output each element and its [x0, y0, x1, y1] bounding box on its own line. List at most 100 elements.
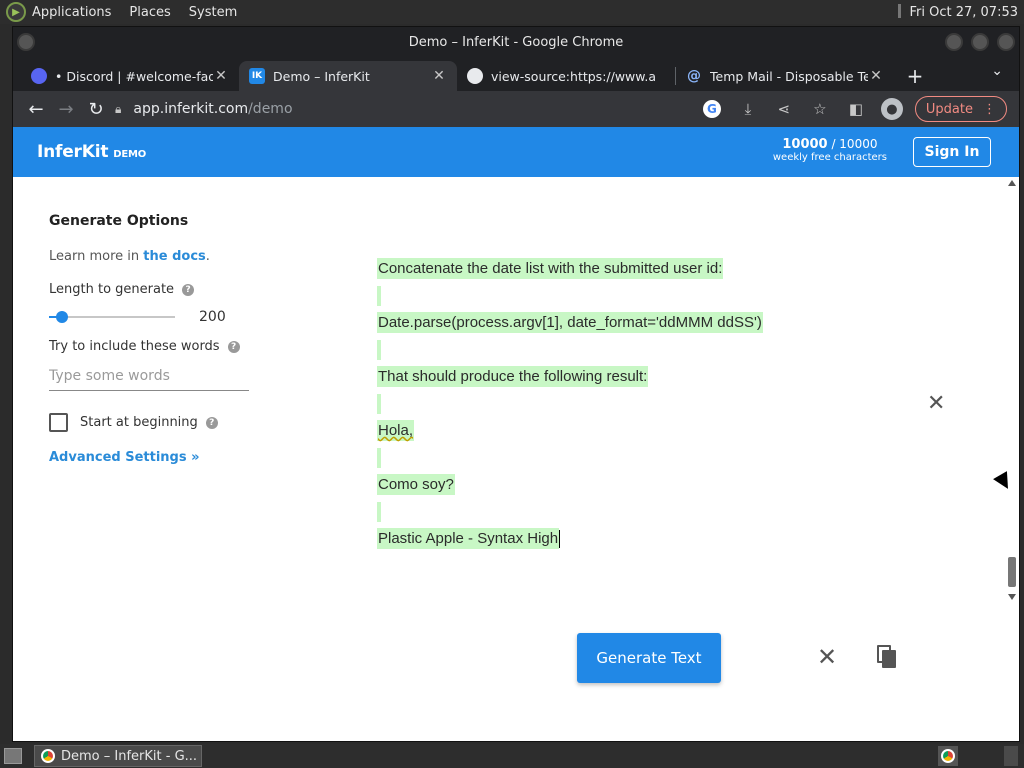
kebab-menu-icon: ⋮ [983, 101, 996, 117]
distro-logo-icon[interactable]: ▶ [6, 2, 26, 22]
minimize-icon[interactable] [945, 33, 963, 51]
start-at-beginning-label[interactable]: Start at beginning [80, 415, 198, 430]
editor-line[interactable]: That should produce the following result… [377, 363, 937, 390]
profile-avatar[interactable]: ● [879, 94, 905, 124]
url-path: /demo [248, 101, 293, 117]
bottom-panel: Demo – InferKit - G... [0, 744, 1024, 768]
editor-line[interactable] [377, 390, 937, 417]
tab-title: Temp Mail - Disposable Te [710, 68, 868, 84]
taskbar-item-label: Demo – InferKit - G... [61, 748, 198, 764]
tray-chrome-icon[interactable] [938, 746, 958, 766]
clear-text-icon[interactable]: ✕ [927, 391, 945, 416]
reload-icon[interactable]: ↻ [81, 94, 111, 124]
menu-applications[interactable]: Applications [32, 5, 111, 20]
lock-icon[interactable]: 🔒︎ [115, 102, 121, 117]
generate-text-button[interactable]: Generate Text [577, 633, 721, 683]
include-words-input[interactable] [49, 364, 249, 391]
tab-inferkit[interactable]: IK Demo – InferKit ✕ [239, 61, 457, 91]
taskbar-item-chrome[interactable]: Demo – InferKit - G... [34, 745, 202, 767]
empty-line-highlight [377, 339, 381, 360]
length-label-row: Length to generate ? [49, 282, 259, 297]
editor-line[interactable]: Plastic Apple - Syntax High [377, 525, 937, 552]
share-icon[interactable]: ⋖ [771, 94, 797, 124]
length-label: Length to generate [49, 282, 175, 297]
editor-line-text: Como soy? [377, 474, 455, 495]
page-scrollbar[interactable] [1005, 177, 1019, 603]
browser-window: Demo – InferKit - Google Chrome • Discor… [12, 26, 1020, 742]
scroll-up-icon[interactable] [1008, 180, 1016, 186]
length-slider[interactable] [49, 311, 175, 323]
docs-link[interactable]: the docs [143, 249, 206, 264]
advanced-settings-link[interactable]: Advanced Settings » [49, 450, 259, 465]
update-button[interactable]: Update ⋮ [914, 96, 1007, 122]
quota-total: / 10000 [831, 137, 878, 151]
editor-line[interactable] [377, 282, 937, 309]
chrome-icon [467, 68, 483, 84]
google-lens-icon[interactable]: G [699, 94, 725, 124]
close-window-icon[interactable] [997, 33, 1015, 51]
tab-discord[interactable]: • Discord | #welcome-faq | ✕ [21, 61, 239, 91]
options-title: Generate Options [49, 213, 189, 229]
brand-name: InferKit [37, 142, 109, 162]
back-icon[interactable]: ← [21, 94, 51, 124]
page-viewport: InferKit DEMO 10000 / 10000 weekly free c… [13, 127, 1019, 741]
tab-title: • Discord | #welcome-faq | [55, 68, 213, 84]
new-tab-button[interactable]: + [900, 61, 930, 91]
reset-icon[interactable]: ✕ [817, 643, 837, 671]
help-icon[interactable]: ? [182, 283, 195, 296]
length-slider-row: 200 [49, 309, 259, 325]
browser-toolbar: ← → ↻ 🔒︎ app.inferkit.com /demo G ⤓ ⋖ ☆ … [13, 91, 1019, 127]
brand-logo[interactable]: InferKit DEMO [37, 142, 146, 162]
length-value: 200 [199, 309, 226, 325]
learn-prefix: Learn more in [49, 249, 144, 264]
include-label-row: Try to include these words ? [49, 339, 259, 354]
editor-line-text: Plastic Apple - Syntax High [377, 528, 560, 549]
menu-places[interactable]: Places [129, 5, 170, 20]
bookmark-star-icon[interactable]: ☆ [807, 94, 833, 124]
editor-line[interactable]: Hola, [377, 417, 937, 444]
brand-tag: DEMO [113, 149, 147, 160]
editor-line[interactable]: Date.parse(process.argv[1], date_format=… [377, 309, 937, 336]
show-desktop-icon[interactable] [4, 748, 22, 764]
prompt-editor[interactable]: Concatenate the date list with the submi… [377, 255, 937, 552]
discord-icon [31, 68, 47, 84]
empty-line-highlight [377, 285, 381, 306]
editor-line[interactable] [377, 498, 937, 525]
editor-line-text: Date.parse(process.argv[1], date_format=… [377, 312, 763, 333]
copy-icon[interactable] [877, 645, 897, 669]
editor-line[interactable]: Como soy? [377, 471, 937, 498]
slider-handle[interactable] [55, 311, 68, 323]
forward-icon[interactable]: → [51, 94, 81, 124]
update-label: Update [925, 101, 973, 117]
scroll-down-icon[interactable] [1008, 594, 1016, 600]
clock[interactable]: Fri Oct 27, 07:53 [898, 4, 1018, 20]
maximize-icon[interactable] [971, 33, 989, 51]
scroll-thumb[interactable] [1008, 557, 1016, 587]
help-icon[interactable]: ? [227, 340, 240, 353]
close-tab-icon[interactable]: ✕ [213, 68, 229, 84]
window-titlebar[interactable]: Demo – InferKit - Google Chrome [13, 27, 1019, 57]
menu-system[interactable]: System [189, 5, 237, 20]
editor-line[interactable] [377, 336, 937, 363]
close-tab-icon[interactable]: ✕ [431, 68, 447, 84]
install-app-icon[interactable]: ⤓ [735, 94, 761, 124]
inferkit-icon: IK [249, 68, 265, 84]
address-bar[interactable]: 🔒︎ app.inferkit.com /demo [115, 95, 515, 123]
generate-options-panel: Generate Options Learn more in the docs.… [49, 213, 259, 465]
help-icon[interactable]: ? [205, 416, 218, 429]
editor-line[interactable] [377, 444, 937, 471]
close-tab-icon[interactable]: ✕ [868, 68, 884, 84]
window-menu-icon[interactable] [17, 33, 35, 51]
side-panel-icon[interactable]: ◧ [843, 94, 869, 124]
tab-temp-mail[interactable]: @ Temp Mail - Disposable Te ✕ [676, 61, 894, 91]
sign-in-button[interactable]: Sign In [913, 137, 991, 167]
start-at-beginning-checkbox[interactable] [49, 413, 68, 432]
tray-workspace-icon[interactable] [1004, 746, 1018, 766]
editor-line[interactable]: Concatenate the date list with the submi… [377, 255, 937, 282]
tab-search-chevron-icon[interactable]: ⌄ [991, 63, 1003, 79]
at-sign-icon: @ [687, 68, 701, 84]
quota-caption: weekly free characters [772, 152, 887, 163]
include-words-label: Try to include these words [49, 339, 220, 354]
start-at-beginning-row: Start at beginning ? [49, 413, 259, 432]
tab-view-source[interactable]: view-source:https://www.a [457, 61, 675, 91]
